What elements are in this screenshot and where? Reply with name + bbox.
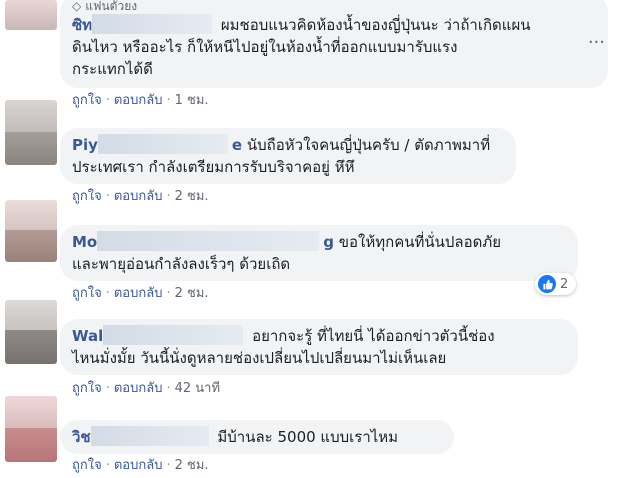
avatar[interactable] bbox=[5, 396, 57, 462]
diamond-icon: ◇ bbox=[72, 0, 82, 13]
avatar[interactable] bbox=[5, 200, 57, 262]
comment-author[interactable]: ซิท bbox=[72, 16, 92, 34]
comment-text-line: และพายุอ่อนกำลังลงเร็วๆ ด้วยเถิด bbox=[72, 255, 291, 273]
thumbs-up-icon bbox=[538, 275, 556, 293]
comment-bubble: Wal อยากจะรู้ ที่ไทยนี่ ได้ออกข่าวตัวนี้… bbox=[60, 319, 578, 375]
comment-time[interactable]: 2 ชม. bbox=[175, 189, 209, 204]
redacted-name bbox=[103, 325, 244, 345]
reply-link[interactable]: ตอบกลับ bbox=[114, 381, 163, 396]
comment-bubble: ◇ แฟนตัวยง ซิท ผมชอบแนวคิดห้องน้ำของญี่ป… bbox=[60, 0, 608, 88]
avatar[interactable] bbox=[5, 0, 57, 30]
comment-author[interactable]: Wal bbox=[72, 327, 103, 345]
comment-meta: ถูกใจ · ตอบกลับ · 2 ชม. bbox=[72, 189, 209, 204]
reply-link[interactable]: ตอบกลับ bbox=[114, 189, 163, 204]
comment-bubble: Piy e นับถือหัวใจคนญี่ปุ่นครับ / ตัดภาพมา… bbox=[60, 128, 516, 184]
comment-text-line: ไหนมั่งมั้ย วันนี้นั่งดูหลายช่องเปลี่ยนไ… bbox=[72, 349, 447, 367]
like-link[interactable]: ถูกใจ bbox=[72, 189, 102, 204]
redacted-name bbox=[92, 14, 213, 34]
fan-badge-label: แฟนตัวยง bbox=[85, 0, 138, 13]
comment-text: Mo g ขอให้ทุกคนที่นั่นปลอดภัย bbox=[72, 231, 502, 251]
comment-bubble: วิช มีบ้านละ 5000 แบบเราไหม bbox=[60, 420, 454, 454]
comment-text-line: กระแทกได้ดี bbox=[72, 60, 153, 78]
reply-link[interactable]: ตอบกลับ bbox=[114, 458, 163, 473]
redacted-name bbox=[90, 426, 209, 446]
like-link[interactable]: ถูกใจ bbox=[72, 93, 102, 108]
comment-time[interactable]: 2 ชม. bbox=[175, 458, 209, 473]
comment-text: ซิท ผมชอบแนวคิดห้องน้ำของญี่ปุ่นนะ ว่าถ้… bbox=[72, 14, 531, 34]
comment-text: Wal อยากจะรู้ ที่ไทยนี่ ได้ออกข่าวตัวนี้… bbox=[72, 325, 495, 345]
redacted-name bbox=[97, 231, 320, 251]
comment-bubble: Mo g ขอให้ทุกคนที่นั่นปลอดภัย และพายุอ่อน… bbox=[60, 225, 578, 281]
comment-meta: ถูกใจ · ตอบกลับ · 1 ชม. bbox=[72, 93, 209, 108]
redacted-name bbox=[97, 134, 228, 154]
like-link[interactable]: ถูกใจ bbox=[72, 458, 102, 473]
reply-link[interactable]: ตอบกลับ bbox=[114, 286, 163, 301]
avatar[interactable] bbox=[5, 100, 57, 165]
like-link[interactable]: ถูกใจ bbox=[72, 381, 102, 396]
like-link[interactable]: ถูกใจ bbox=[72, 286, 102, 301]
comment-meta: ถูกใจ · ตอบกลับ · 2 ชม. bbox=[72, 286, 209, 301]
reaction-count: 2 bbox=[560, 276, 569, 292]
comment-text-line: ดินไหว หรืออะไร ก็ให้หนีไปอยู่ในห้องน้ำท… bbox=[72, 38, 458, 56]
reaction-summary[interactable]: 2 bbox=[535, 273, 577, 295]
comment-time[interactable]: 42 นาที bbox=[175, 381, 220, 396]
avatar[interactable] bbox=[5, 300, 57, 364]
comment-time[interactable]: 1 ชม. bbox=[175, 93, 209, 108]
comment-text: Piy e นับถือหัวใจคนญี่ปุ่นครับ / ตัดภาพมา… bbox=[72, 134, 491, 154]
comment-text: วิช มีบ้านละ 5000 แบบเราไหม bbox=[72, 426, 399, 446]
reply-link[interactable]: ตอบกลับ bbox=[114, 93, 163, 108]
comment-time[interactable]: 2 ชม. bbox=[175, 286, 209, 301]
comment-meta: ถูกใจ · ตอบกลับ · 42 นาที bbox=[72, 381, 221, 396]
fan-badge: ◇ แฟนตัวยง bbox=[72, 0, 596, 14]
more-options-icon[interactable]: ··· bbox=[588, 32, 605, 53]
comment-text-line: ประเทศเรา กำลังเตรียมการรับบริจาคอยู่ หึ… bbox=[72, 158, 355, 176]
comment-author[interactable]: Piy bbox=[72, 136, 98, 154]
comment-meta: ถูกใจ · ตอบกลับ · 2 ชม. bbox=[72, 458, 209, 473]
comment-author[interactable]: Mo bbox=[72, 233, 97, 251]
comment-author[interactable]: วิช bbox=[72, 428, 91, 446]
